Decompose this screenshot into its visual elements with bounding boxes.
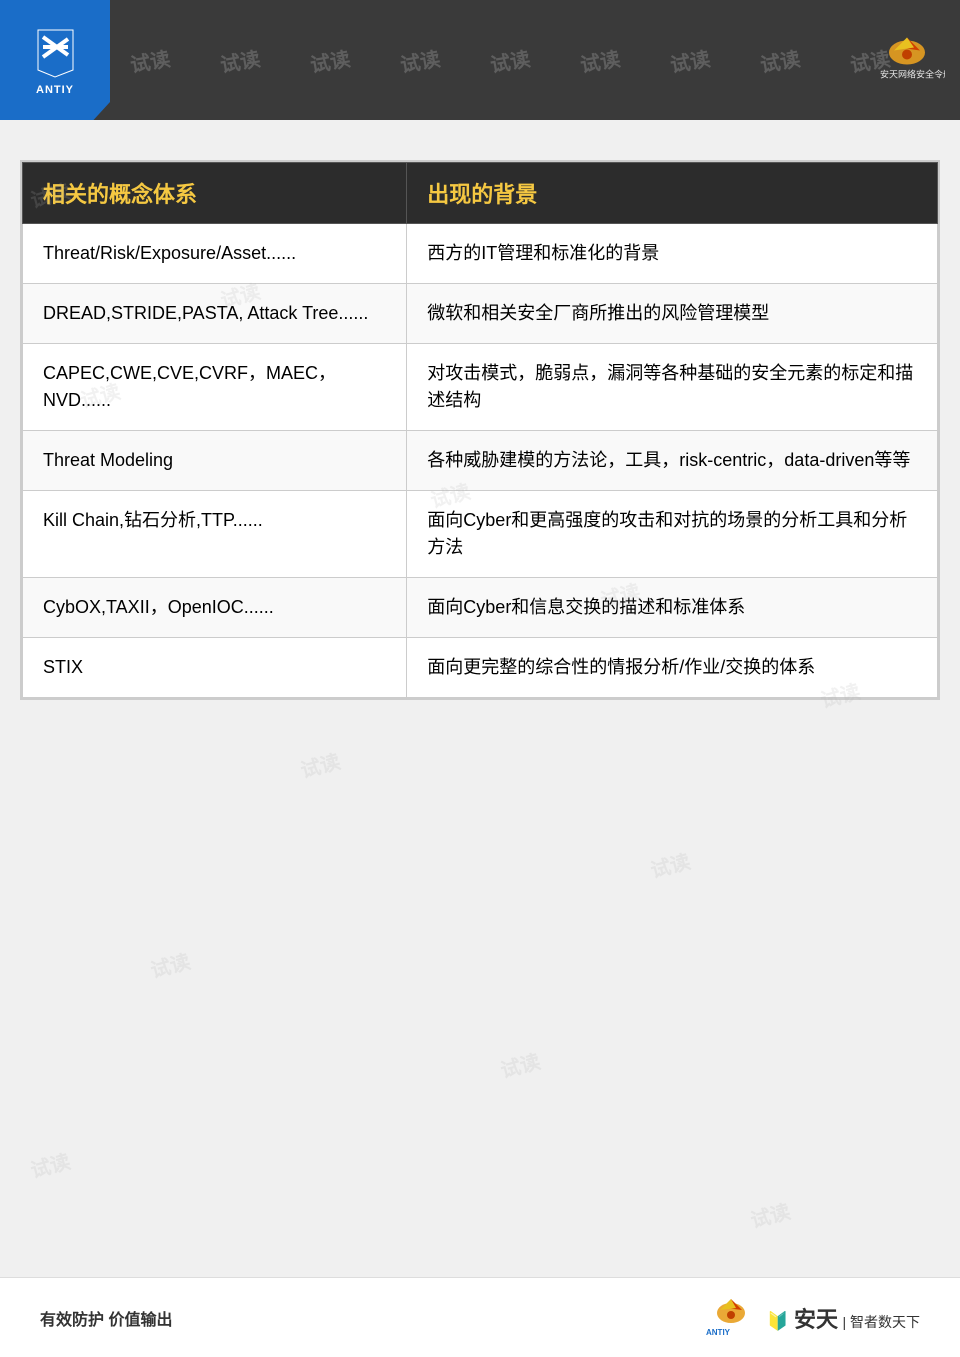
table-row: DREAD,STRIDE,PASTA, Attack Tree......微软和… [23,284,938,344]
page-wm-7: 试读 [297,745,343,783]
footer-logo-labels: 🔰 安天 | 智者数天下 [767,1302,920,1334]
table-cell-left: Threat Modeling [23,431,407,491]
logo-text: ANTIY [36,84,74,96]
svg-text:安天网络安全令册第四册: 安天网络安全令册第四册 [880,69,945,80]
header-bar: ANTIY 试读 试读 试读 试读 试读 试读 试读 试读 试读 安天网络安全令… [0,0,960,120]
table-row: CybOX,TAXII，OpenIOC......面向Cyber和信息交换的描述… [23,578,938,638]
svg-text:ANTIY: ANTIY [706,1328,731,1337]
header-watermarks: 试读 试读 试读 试读 试读 试读 试读 试读 试读 [110,0,960,120]
wm-3: 试读 [308,42,352,78]
table-cell-right: 对攻击模式，脆弱点，漏洞等各种基础的安全元素的标定和描述结构 [407,344,938,431]
page-wm-11: 试读 [27,1145,73,1183]
wm-2: 试读 [218,42,262,78]
header-brand-right: 安天网络安全令册第四册 [870,33,945,88]
data-table: 相关的概念体系 出现的背景 Threat/Risk/Exposure/Asset… [22,162,938,698]
table-row: Kill Chain,钻石分析,TTP......面向Cyber和更高强度的攻击… [23,491,938,578]
wm-6: 试读 [578,42,622,78]
main-content: 相关的概念体系 出现的背景 Threat/Risk/Exposure/Asset… [20,160,940,700]
table-cell-right: 微软和相关安全厂商所推出的风险管理模型 [407,284,938,344]
table-cell-left: STIX [23,638,407,698]
table-cell-right: 面向Cyber和更高强度的攻击和对抗的场景的分析工具和分析方法 [407,491,938,578]
col2-header: 出现的背景 [407,163,938,224]
wm-1: 试读 [128,42,172,78]
wm-4: 试读 [398,42,442,78]
table-cell-left: CAPEC,CWE,CVE,CVRF，MAEC，NVD...... [23,344,407,431]
table-cell-right: 各种威胁建模的方法论，工具，risk-centric，data-driven等等 [407,431,938,491]
wm-5: 试读 [488,42,532,78]
table-row: CAPEC,CWE,CVE,CVRF，MAEC，NVD......对攻击模式，脆… [23,344,938,431]
page-wm-9: 试读 [147,945,193,983]
footer-left-text: 有效防护 价值输出 [40,1306,172,1330]
wm-7: 试读 [668,42,712,78]
table-cell-left: CybOX,TAXII，OpenIOC...... [23,578,407,638]
col1-header: 相关的概念体系 [23,163,407,224]
table-cell-left: DREAD,STRIDE,PASTA, Attack Tree...... [23,284,407,344]
wm-8: 试读 [758,42,802,78]
logo-box: ANTIY [0,0,110,120]
footer-logo-sub: | [842,1314,850,1330]
table-cell-left: Kill Chain,钻石分析,TTP...... [23,491,407,578]
footer: 有效防护 价值输出 ANTIY 🔰 安天 | 智者数天下 [0,1277,960,1357]
table-row: STIX面向更完整的综合性的情报分析/作业/交换的体系 [23,638,938,698]
table-row: Threat/Risk/Exposure/Asset......西方的IT管理和… [23,224,938,284]
table-cell-right: 西方的IT管理和标准化的背景 [407,224,938,284]
page-wm-8: 试读 [647,845,693,883]
page-wm-10: 试读 [497,1045,543,1083]
footer-logo-sub2: 智者数天下 [850,1314,920,1330]
footer-logo-main: 🔰 [767,1311,794,1331]
footer-logo-cn: 安天 [794,1307,838,1332]
table-row: Threat Modeling各种威胁建模的方法论，工具，risk-centri… [23,431,938,491]
footer-logo: ANTIY 🔰 安天 | 智者数天下 [704,1295,920,1340]
table-cell-right: 面向Cyber和信息交换的描述和标准体系 [407,578,938,638]
table-cell-right: 面向更完整的综合性的情报分析/作业/交换的体系 [407,638,938,698]
table-cell-left: Threat/Risk/Exposure/Asset...... [23,224,407,284]
page-wm-12: 试读 [747,1195,793,1233]
